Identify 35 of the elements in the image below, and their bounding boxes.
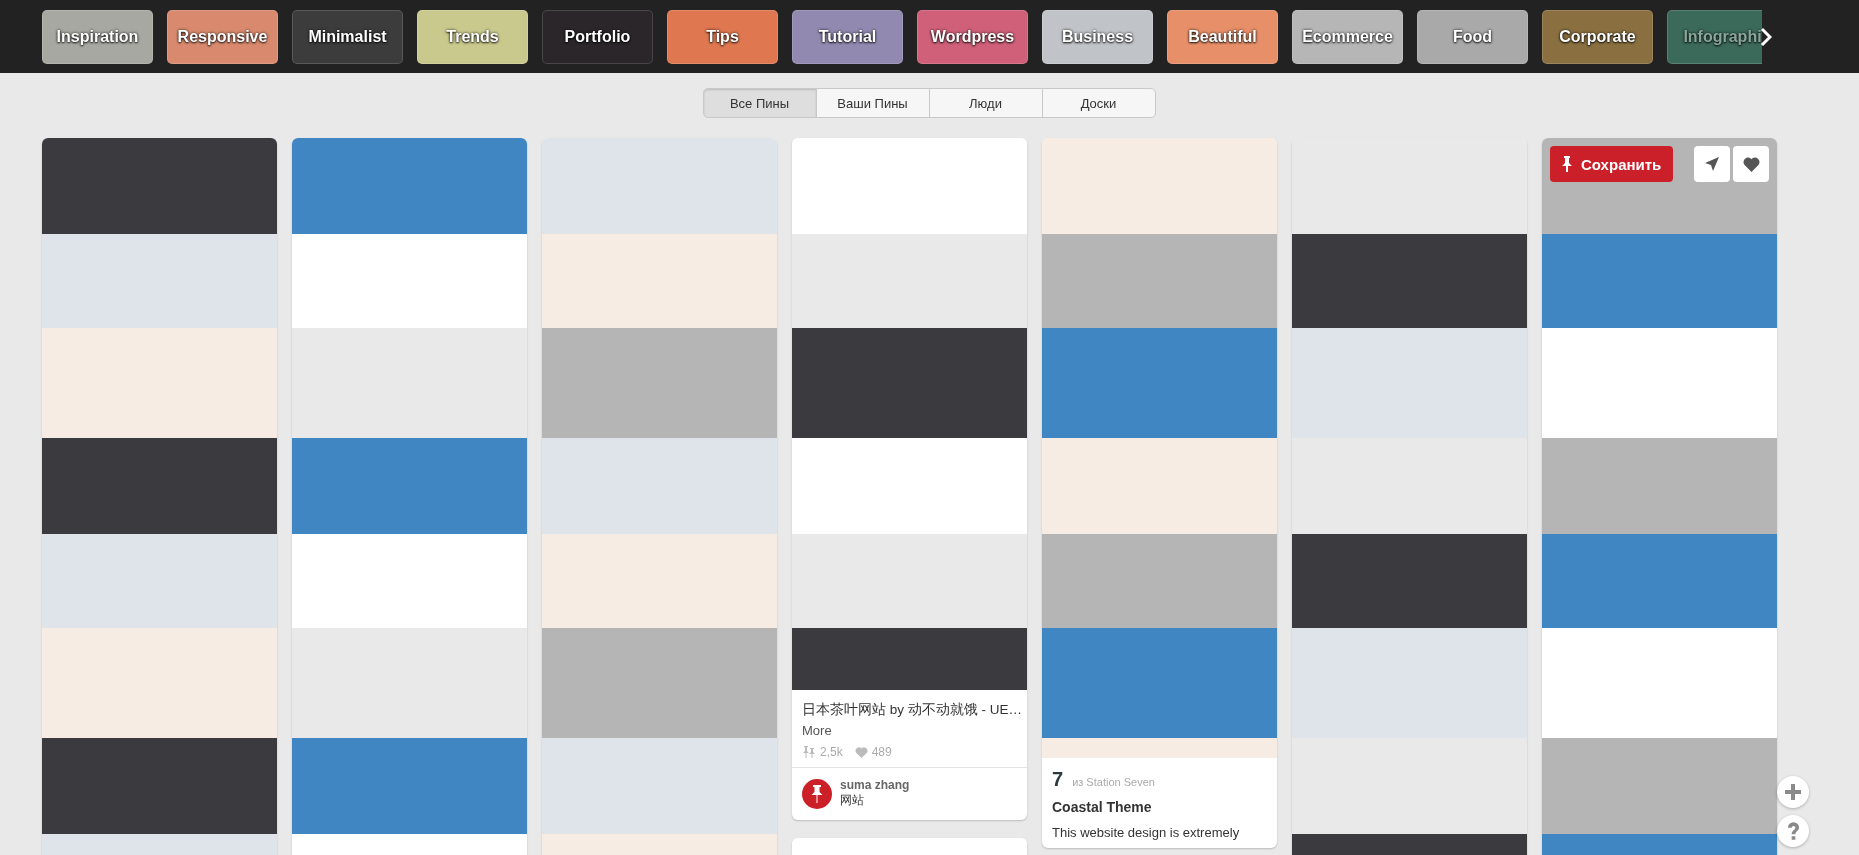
filter-tab[interactable]: Доски (1041, 88, 1156, 118)
chevron-right-icon[interactable] (1760, 26, 1772, 47)
heart-icon (854, 746, 868, 758)
category-tile[interactable]: Tips (667, 9, 778, 64)
filter-tab[interactable]: Люди (928, 88, 1043, 118)
plus-icon (1783, 782, 1803, 802)
more-link[interactable]: More (802, 723, 1017, 738)
paper-plane-icon (1704, 156, 1720, 172)
pin-icon (1562, 156, 1572, 172)
repin-icon (802, 746, 816, 758)
heart-icon (1742, 156, 1760, 172)
help-button[interactable] (1777, 815, 1809, 847)
add-button[interactable] (1777, 776, 1809, 808)
help-icon (1786, 821, 1800, 841)
pin-card[interactable]: 7 из Station Seven Coastal Theme This website design is extremely (1042, 138, 1277, 848)
category-tile[interactable]: Wordpress (917, 9, 1028, 64)
avatar-pin-icon[interactable] (802, 778, 832, 809)
pin-title: Coastal Theme (1052, 799, 1153, 815)
pin-count: 7 (1052, 768, 1064, 791)
category-tile[interactable]: Portfolio (542, 9, 653, 64)
category-tile[interactable]: Minimalist (292, 9, 403, 64)
like-count: 489 (871, 745, 892, 759)
like-button[interactable] (1733, 146, 1769, 182)
pin-card[interactable]: 日本茶叶网站 by 动不动就饿 - UE… More 2,5k 489 suma zhang 网站 (792, 138, 1027, 820)
pin-card[interactable]: Сохранить (1542, 138, 1777, 855)
pin-description: This website design is extremely (1052, 825, 1241, 840)
category-tile[interactable]: Tutorial (792, 9, 903, 64)
send-button[interactable] (1694, 146, 1730, 182)
save-button[interactable]: Сохранить (1550, 146, 1674, 182)
filter-tab[interactable]: Ваши Пины (815, 88, 930, 118)
user-name[interactable]: suma zhang (840, 778, 910, 792)
repin-count: 2,5k (820, 745, 843, 759)
board-name[interactable]: 网站 (840, 792, 910, 809)
filter-tab[interactable]: Все Пины (702, 88, 817, 118)
category-tile[interactable]: Corporate (1542, 9, 1653, 64)
